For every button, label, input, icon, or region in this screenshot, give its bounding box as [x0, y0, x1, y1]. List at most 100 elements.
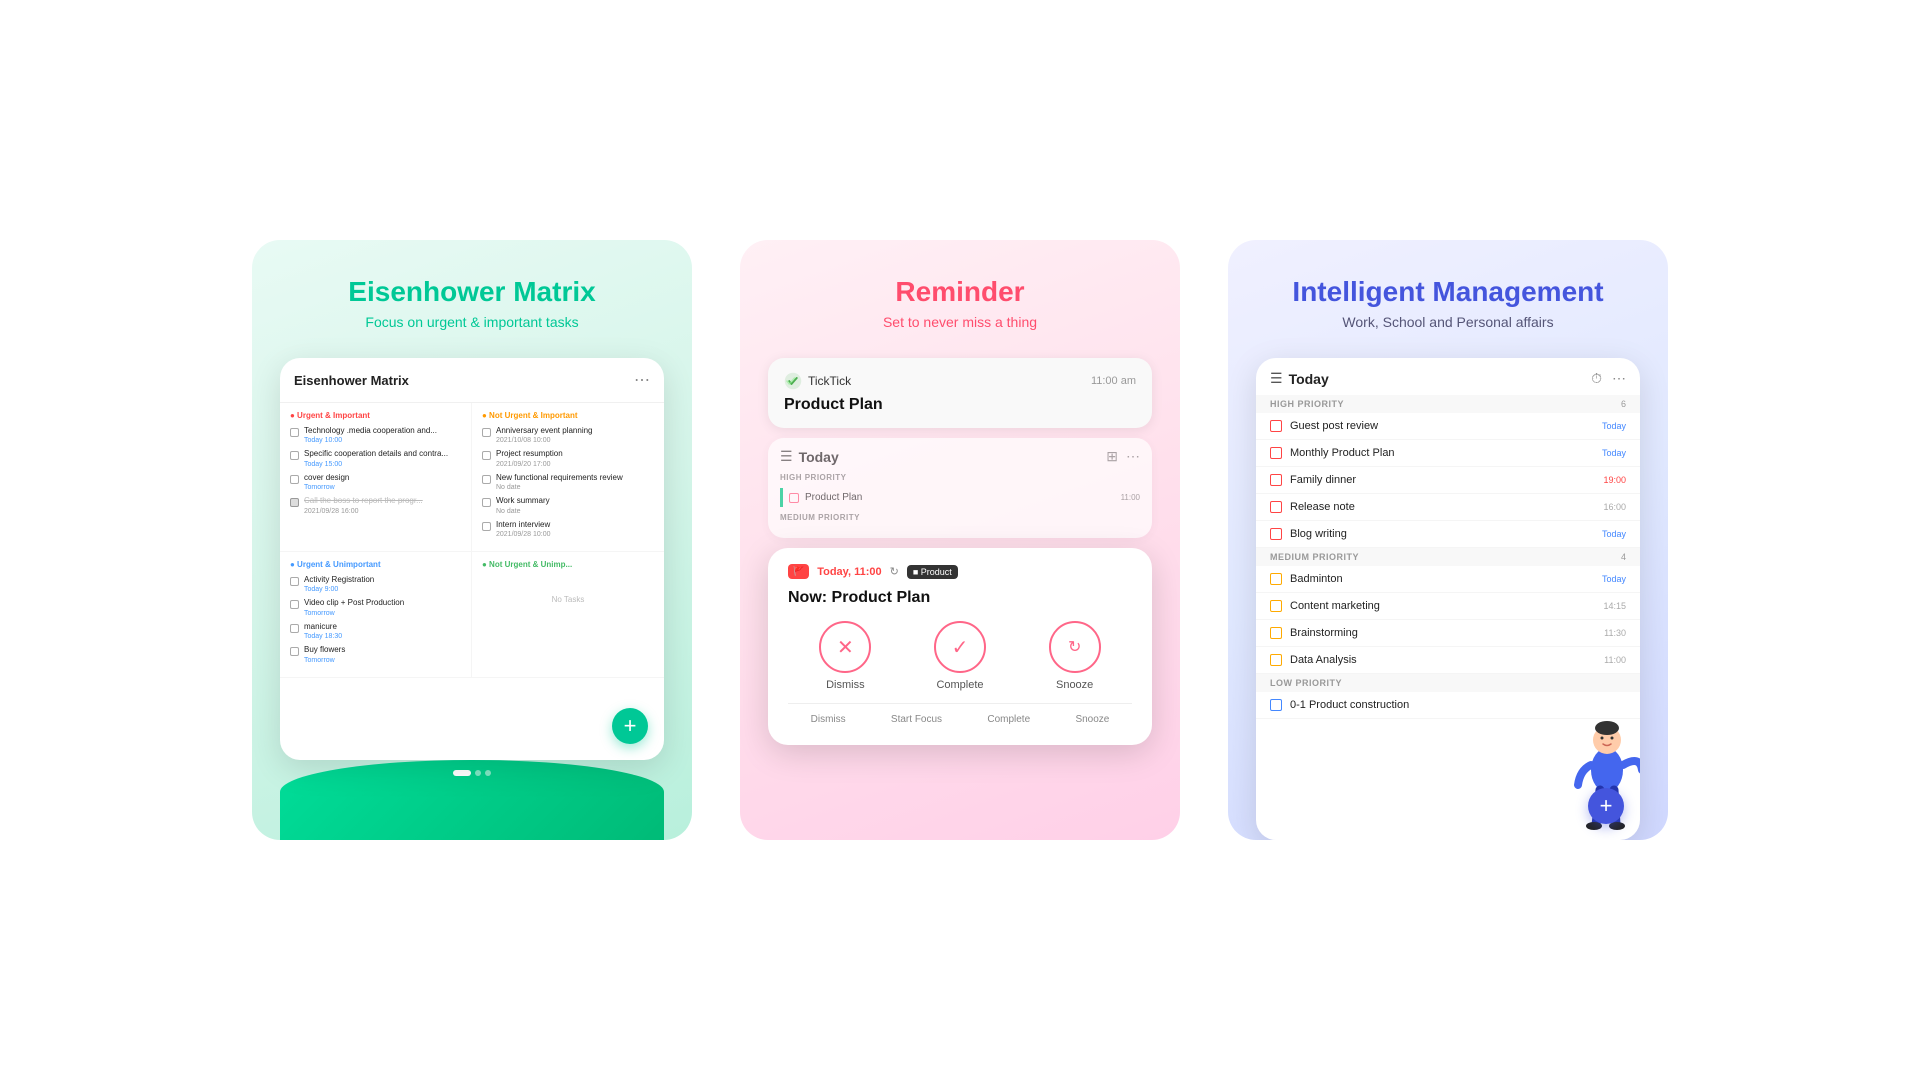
em-checkbox[interactable] — [482, 475, 491, 484]
im-medium-label: MEDIUM PRIORITY — [1270, 552, 1359, 562]
em-dots-icon[interactable]: ⋯ — [634, 370, 650, 390]
em-quadrant-not-urgent-important: ● Not Urgent & Important Anniversary eve… — [472, 403, 664, 552]
notif-app-name: TickTick — [808, 374, 851, 388]
intelligent-phone: ☰ Today ⏱ ⋯ HIGH PRIORITY 6 Guest post r… — [1256, 358, 1640, 840]
em-checkbox[interactable] — [290, 577, 299, 586]
reminder-notification: TickTick 11:00 am Product Plan — [768, 358, 1152, 428]
dismiss-label: Dismiss — [826, 679, 865, 691]
im-checkbox-blue[interactable] — [1270, 699, 1282, 711]
im-checkbox[interactable] — [1270, 447, 1282, 459]
em-fab-button[interactable]: + — [612, 708, 648, 744]
im-checkbox[interactable] — [1270, 528, 1282, 540]
bottom-dismiss-btn[interactable]: Dismiss — [811, 714, 846, 725]
im-medium-priority-header: MEDIUM PRIORITY 4 — [1256, 548, 1640, 566]
complete-circle[interactable]: ✓ — [934, 621, 986, 673]
em-task-name: Buy flowers — [304, 645, 345, 655]
today-icons: ⊞ ⋯ — [1106, 448, 1140, 465]
snooze-circle[interactable]: ↻ — [1049, 621, 1101, 673]
im-task-row: Badminton Today — [1256, 566, 1640, 593]
em-task-name: Activity Registration — [304, 575, 374, 585]
em-task-name: Video clip + Post Production — [304, 598, 404, 608]
eisenhower-bottom-blob — [280, 760, 664, 840]
em-task: Activity Registration Today 9:00 — [290, 575, 461, 593]
im-high-count: 6 — [1621, 399, 1626, 409]
em-checkbox[interactable] — [290, 451, 299, 460]
em-checkbox[interactable] — [482, 451, 491, 460]
im-task-time: 16:00 — [1603, 502, 1626, 512]
em-task: Work summary No date — [482, 496, 654, 514]
im-task-name: 0-1 Product construction — [1290, 699, 1618, 711]
im-task-name: Data Analysis — [1290, 654, 1596, 666]
im-medium-count: 4 — [1621, 552, 1626, 562]
em-q1-label: ● Urgent & Important — [290, 411, 461, 420]
em-checkbox[interactable] — [290, 475, 299, 484]
dismiss-circle[interactable]: ✕ — [819, 621, 871, 673]
im-task-name: Release note — [1290, 501, 1595, 513]
em-checkbox[interactable] — [482, 428, 491, 437]
im-checkbox-yellow[interactable] — [1270, 654, 1282, 666]
reminder-subtitle: Set to never miss a thing — [883, 314, 1037, 330]
today-task: Product Plan 11:00 — [780, 488, 1140, 507]
im-more-icon: ⋯ — [1612, 370, 1626, 387]
intelligent-title: Intelligent Management — [1292, 276, 1603, 308]
medium-priority-label: MEDIUM PRIORITY — [780, 513, 1140, 522]
im-checkbox[interactable] — [1270, 474, 1282, 486]
em-task-time: 2021/09/28 16:00 — [304, 508, 423, 515]
em-task-name: Intern interview — [496, 520, 551, 530]
task-checkbox[interactable] — [789, 493, 799, 503]
em-quadrant-not-urgent-unimportant: ● Not Urgent & Unimp... No Tasks — [472, 552, 664, 678]
eisenhower-phone: Eisenhower Matrix ⋯ ● Urgent & Important… — [280, 358, 664, 760]
im-checkbox[interactable] — [1270, 501, 1282, 513]
em-task-name: manicure — [304, 622, 342, 632]
im-checkbox-yellow[interactable] — [1270, 600, 1282, 612]
im-task-name: Brainstorming — [1290, 627, 1596, 639]
em-checkbox[interactable] — [290, 647, 299, 656]
intelligent-subtitle: Work, School and Personal affairs — [1342, 314, 1553, 330]
eisenhower-card: Eisenhower Matrix Focus on urgent & impo… — [252, 240, 692, 840]
em-q3-label: ● Urgent & Unimportant — [290, 560, 461, 569]
medium-priority-section: MEDIUM PRIORITY — [780, 513, 1140, 522]
im-high-priority-header: HIGH PRIORITY 6 — [1256, 395, 1640, 413]
ticktick-icon — [784, 372, 802, 390]
snooze-action[interactable]: ↻ Snooze — [1049, 621, 1101, 691]
im-task-row: Family dinner 19:00 — [1256, 467, 1640, 494]
pagination-dot — [475, 770, 481, 776]
im-checkbox-yellow[interactable] — [1270, 627, 1282, 639]
im-task-time: 11:30 — [1604, 628, 1626, 638]
im-checkbox-yellow[interactable] — [1270, 573, 1282, 585]
im-header-left: ☰ Today — [1270, 370, 1329, 387]
bottom-focus-btn[interactable]: Start Focus — [891, 714, 942, 725]
em-checkbox[interactable] — [290, 624, 299, 633]
reminder-wrapper: TickTick 11:00 am Product Plan ☰ Today ⊞… — [768, 358, 1152, 745]
bottom-snooze-btn[interactable]: Snooze — [1075, 714, 1109, 725]
high-priority-label: HIGH PRIORITY — [780, 473, 1140, 482]
bottom-pagination — [453, 770, 491, 776]
im-task-time: 19:00 — [1603, 475, 1626, 485]
popup-task-name: Now: Product Plan — [788, 589, 1132, 607]
em-task-name: Project resumption — [496, 449, 563, 459]
complete-label: Complete — [936, 679, 983, 691]
bottom-complete-btn[interactable]: Complete — [987, 714, 1030, 725]
eisenhower-title: Eisenhower Matrix — [348, 276, 595, 308]
main-container: Eisenhower Matrix Focus on urgent & impo… — [0, 200, 1920, 880]
em-checkbox[interactable] — [290, 600, 299, 609]
em-grid: ● Urgent & Important Technology .media c… — [280, 403, 664, 678]
snooze-label: Snooze — [1056, 679, 1093, 691]
im-fab-button[interactable]: + — [1588, 788, 1624, 824]
complete-action[interactable]: ✓ Complete — [934, 621, 986, 691]
dismiss-action[interactable]: ✕ Dismiss — [819, 621, 871, 691]
today-header: ☰ Today ⊞ ⋯ — [780, 448, 1140, 465]
im-checkbox[interactable] — [1270, 420, 1282, 432]
em-checkbox-checked[interactable] — [290, 498, 299, 507]
im-low-priority-header: LOW PRIORITY — [1256, 674, 1640, 692]
im-high-label: HIGH PRIORITY — [1270, 399, 1344, 409]
menu-icon: ☰ — [780, 448, 793, 465]
em-task-time: No date — [496, 508, 550, 515]
em-checkbox[interactable] — [482, 498, 491, 507]
im-header: ☰ Today ⏱ ⋯ — [1256, 358, 1640, 395]
im-header-title: Today — [1289, 371, 1329, 387]
em-checkbox[interactable] — [482, 522, 491, 531]
im-header-right: ⏱ ⋯ — [1591, 370, 1626, 387]
im-timer-icon: ⏱ — [1591, 370, 1602, 387]
em-checkbox[interactable] — [290, 428, 299, 437]
